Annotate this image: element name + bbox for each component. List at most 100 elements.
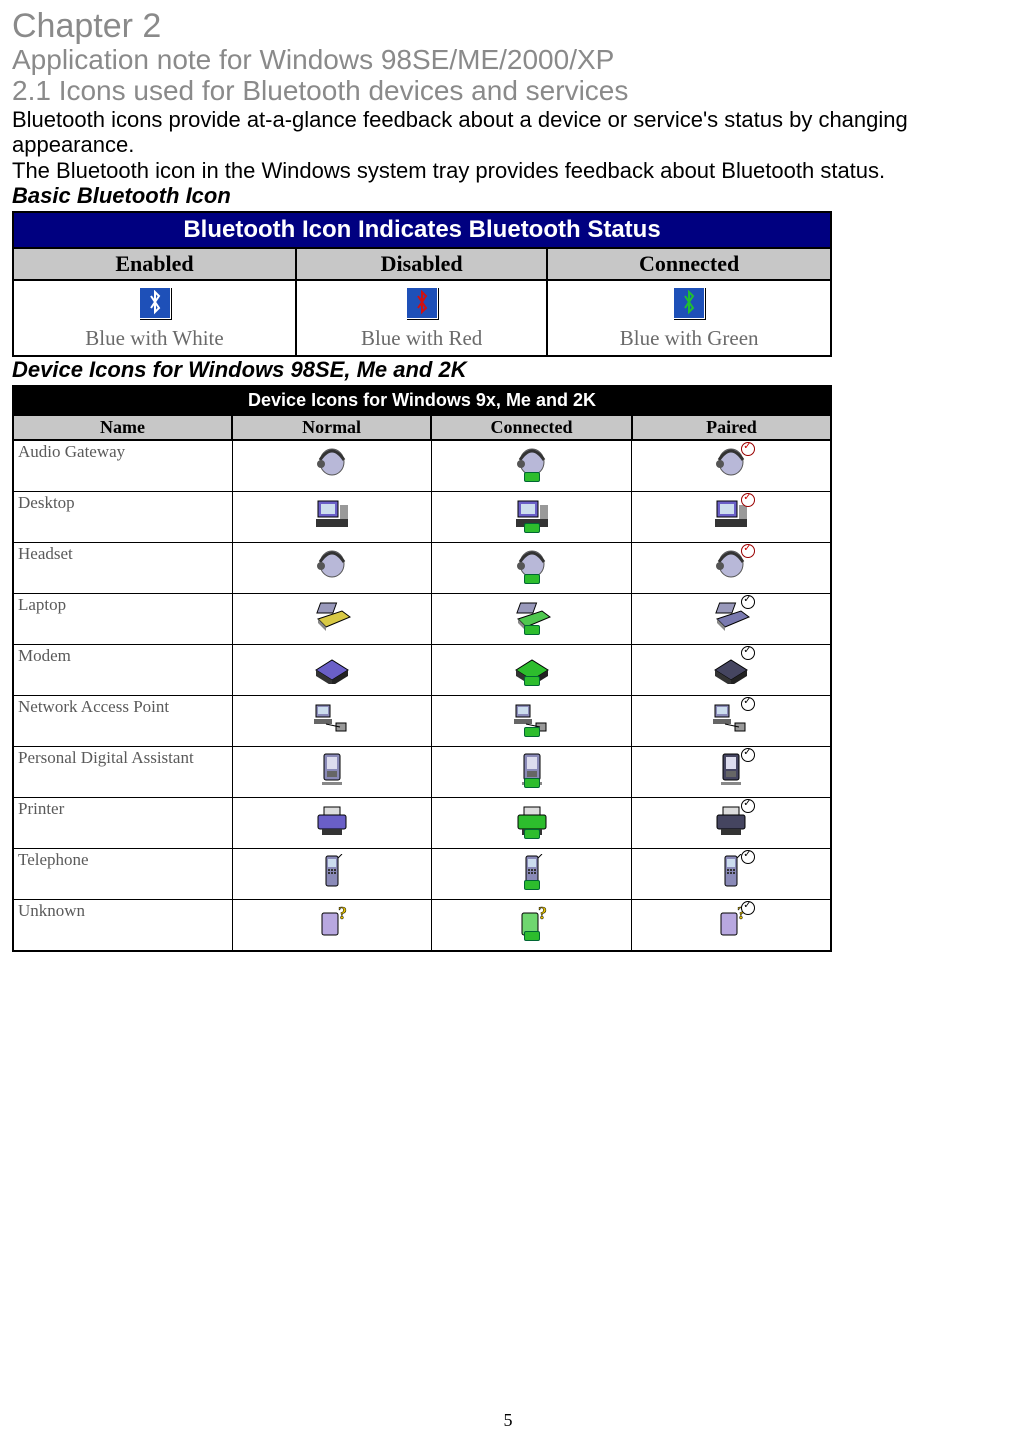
device-normal-icon: ?	[232, 899, 431, 951]
device-icons-table: Device Icons for Windows 9x, Me and 2K N…	[12, 385, 832, 952]
section-title: 2.1 Icons used for Bluetooth devices and…	[12, 76, 1004, 107]
unknown-icon: ?	[711, 905, 751, 939]
table-row: Audio Gateway	[13, 440, 831, 492]
svg-text:?: ?	[538, 905, 547, 923]
connected-badge-icon	[524, 523, 540, 533]
table2-hdr-connected: Connected	[431, 415, 632, 440]
device-name-cell: Desktop	[13, 491, 232, 542]
device-normal-icon	[232, 440, 431, 492]
device-connected-icon	[431, 440, 632, 492]
table1-col-disabled: Disabled	[296, 248, 547, 280]
device-paired-icon	[632, 440, 831, 492]
table2-hdr-name: Name	[13, 415, 232, 440]
headset-icon	[512, 548, 552, 582]
connected-badge-icon	[524, 574, 540, 584]
svg-text:?: ?	[338, 905, 347, 923]
laptop-icon	[512, 599, 552, 633]
paired-badge-icon	[741, 850, 755, 864]
device-name-cell: Modem	[13, 644, 232, 695]
cell-enabled: Blue with White	[13, 280, 296, 356]
device-paired-icon	[632, 848, 831, 899]
device-connected-icon	[431, 542, 632, 593]
unknown-icon: ?	[512, 905, 552, 939]
laptop-icon	[711, 599, 751, 633]
table-row: Laptop	[13, 593, 831, 644]
connected-badge-icon	[524, 625, 540, 635]
device-normal-icon	[232, 593, 431, 644]
paired-badge-icon	[741, 544, 755, 558]
table2-hdr-paired: Paired	[632, 415, 831, 440]
bluetooth-status-table: Bluetooth Icon Indicates Bluetooth Statu…	[12, 211, 832, 357]
device-connected-icon	[431, 797, 632, 848]
connected-badge-icon	[524, 829, 540, 839]
connected-badge-icon	[524, 880, 540, 890]
table-row: Network Access Point	[13, 695, 831, 746]
device-icons-heading: Device Icons for Windows 98SE, Me and 2K	[12, 357, 1004, 383]
paired-badge-icon	[741, 493, 755, 507]
device-normal-icon	[232, 644, 431, 695]
device-connected-icon	[431, 593, 632, 644]
page-number: 5	[0, 1410, 1016, 1431]
caption-enabled: Blue with White	[85, 326, 223, 350]
pda-icon	[512, 752, 552, 786]
device-connected-icon	[431, 848, 632, 899]
table-row: Headset	[13, 542, 831, 593]
printer-icon	[711, 803, 751, 837]
device-paired-icon	[632, 746, 831, 797]
pda-icon	[711, 752, 751, 786]
pda-icon	[312, 752, 352, 786]
paragraph-2: The Bluetooth icon in the Windows system…	[12, 158, 1004, 183]
headset-icon	[711, 548, 751, 582]
device-normal-icon	[232, 848, 431, 899]
table-row: Personal Digital Assistant	[13, 746, 831, 797]
chapter-subtitle: Application note for Windows 98SE/ME/200…	[12, 45, 1004, 76]
table2-title: Device Icons for Windows 9x, Me and 2K	[13, 386, 831, 415]
phone-icon	[512, 854, 552, 888]
headset-icon	[312, 548, 352, 582]
connected-badge-icon	[524, 472, 540, 482]
desktop-icon	[711, 497, 751, 531]
bluetooth-icon-green	[673, 287, 705, 319]
device-name-cell: Network Access Point	[13, 695, 232, 746]
table1-col-enabled: Enabled	[13, 248, 296, 280]
table1-col-connected: Connected	[547, 248, 831, 280]
paired-badge-icon	[741, 799, 755, 813]
table1-title: Bluetooth Icon Indicates Bluetooth Statu…	[13, 212, 831, 248]
device-paired-icon	[632, 644, 831, 695]
connected-badge-icon	[524, 676, 540, 686]
device-name-cell: Telephone	[13, 848, 232, 899]
desktop-icon	[312, 497, 352, 531]
connected-badge-icon	[524, 727, 540, 737]
device-connected-icon	[431, 746, 632, 797]
device-paired-icon	[632, 542, 831, 593]
table-row: Printer	[13, 797, 831, 848]
modem-icon	[512, 650, 552, 684]
table2-hdr-normal: Normal	[232, 415, 431, 440]
device-paired-icon	[632, 695, 831, 746]
printer-icon	[512, 803, 552, 837]
device-normal-icon	[232, 797, 431, 848]
bluetooth-icon-white	[139, 287, 171, 319]
paired-badge-icon	[741, 595, 755, 609]
printer-icon	[312, 803, 352, 837]
device-normal-icon	[232, 695, 431, 746]
unknown-icon: ?	[312, 905, 352, 939]
device-name-cell: Laptop	[13, 593, 232, 644]
modem-icon	[312, 650, 352, 684]
desktop-icon	[512, 497, 552, 531]
cell-connected: Blue with Green	[547, 280, 831, 356]
table-row: Modem	[13, 644, 831, 695]
caption-disabled: Blue with Red	[361, 326, 482, 350]
phone-icon	[312, 854, 352, 888]
device-name-cell: Headset	[13, 542, 232, 593]
paired-badge-icon	[741, 697, 755, 711]
paired-badge-icon	[741, 646, 755, 660]
network-icon	[512, 701, 552, 735]
laptop-icon	[312, 599, 352, 633]
device-paired-icon	[632, 593, 831, 644]
device-paired-icon	[632, 491, 831, 542]
table-row: Desktop	[13, 491, 831, 542]
phone-icon	[711, 854, 751, 888]
headset-icon	[312, 446, 352, 480]
headset-icon	[711, 446, 751, 480]
